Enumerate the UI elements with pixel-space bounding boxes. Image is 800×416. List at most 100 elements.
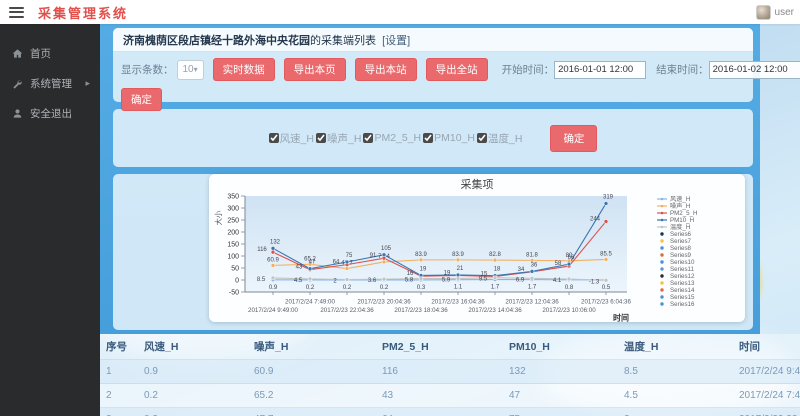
svg-text:Series16: Series16: [670, 301, 695, 308]
svg-text:2017/2/23 18:04:36: 2017/2/23 18:04:36: [394, 307, 448, 314]
svg-text:64: 64: [333, 260, 340, 266]
content-area: 济南槐荫区段店镇经十路外海中央花园的采集端列表 [设置] 显示条数： 10 ▾ …: [100, 24, 760, 334]
filter-confirm-button[interactable]: 确定: [550, 125, 597, 152]
realtime-data-button[interactable]: 实时数据: [213, 58, 275, 81]
checkbox[interactable]: [477, 133, 487, 143]
svg-text:风速_H: 风速_H: [670, 195, 690, 203]
svg-text:0.2: 0.2: [306, 285, 315, 291]
svg-text:5.8: 5.8: [405, 278, 414, 284]
checkbox[interactable]: [269, 133, 279, 143]
table-cell: 1: [100, 366, 138, 377]
svg-text:5.9: 5.9: [442, 278, 451, 284]
series-checkbox-PM2_5_H: PM2_5_H: [363, 132, 421, 144]
table-cell: 0.2: [138, 390, 248, 401]
table-cell: 132: [503, 366, 618, 377]
confirm-button[interactable]: 确定: [121, 88, 162, 111]
svg-text:50: 50: [231, 265, 239, 272]
svg-text:60.9: 60.9: [267, 257, 279, 263]
svg-text:8.5: 8.5: [257, 277, 266, 283]
svg-text:81.8: 81.8: [526, 252, 538, 258]
checkbox-label: PM2_5_H: [374, 132, 421, 144]
user-menu[interactable]: user: [756, 5, 798, 20]
svg-text:85.5: 85.5: [600, 251, 612, 257]
svg-text:噪声_H: 噪声_H: [670, 202, 690, 210]
svg-text:350: 350: [227, 193, 239, 200]
station-list-title: 济南槐荫区段店镇经十路外海中央花园的采集端列表 [设置]: [113, 28, 753, 52]
svg-text:0.2: 0.2: [380, 285, 389, 291]
chevron-right-icon: ▸: [85, 78, 90, 89]
table-cell: 65.2: [248, 390, 376, 401]
svg-text:Series14: Series14: [670, 287, 695, 294]
table-cell: 8.5: [618, 366, 733, 377]
svg-text:Series10: Series10: [670, 259, 695, 266]
svg-text:19: 19: [420, 266, 427, 272]
svg-text:100: 100: [227, 253, 239, 260]
end-time-label: 结束时间：: [656, 62, 709, 77]
svg-text:19: 19: [444, 270, 451, 276]
start-time-input[interactable]: [554, 61, 646, 79]
collection-chart: 采集项大小350300250200150100500-502017/2/24 9…: [209, 174, 745, 322]
svg-text:2017/2/23 16:04:36: 2017/2/23 16:04:36: [431, 299, 485, 306]
end-time-input[interactable]: [709, 61, 800, 79]
svg-text:0.9: 0.9: [269, 285, 278, 291]
hamburger-menu-icon[interactable]: [9, 7, 24, 18]
svg-text:-50: -50: [229, 289, 239, 296]
wrench-icon: [12, 78, 23, 89]
svg-text:-1.3: -1.3: [589, 279, 600, 285]
top-bar: 采集管理系统 user: [0, 0, 800, 24]
svg-text:82.8: 82.8: [489, 252, 501, 258]
checkbox-label: 风速_H: [280, 131, 314, 146]
checkbox-label: 温度_H: [488, 131, 522, 146]
home-icon: [12, 48, 23, 59]
checkbox[interactable]: [423, 133, 433, 143]
export-site-button[interactable]: 导出本站: [355, 58, 417, 81]
app-title: 采集管理系统: [38, 3, 128, 22]
svg-text:1.1: 1.1: [454, 285, 463, 291]
table-cell: 116: [376, 366, 503, 377]
svg-text:244: 244: [590, 216, 601, 222]
export-page-button[interactable]: 导出本页: [284, 58, 346, 81]
svg-text:2017/2/23 10:06:00: 2017/2/23 10:06:00: [542, 307, 596, 314]
checkbox[interactable]: [363, 133, 373, 143]
table-cell: 4.5: [618, 390, 733, 401]
checkbox-label: PM10_H: [434, 132, 475, 144]
svg-text:66: 66: [568, 255, 575, 261]
display-count-select[interactable]: 10 ▾: [177, 60, 204, 80]
sidebar-item-home[interactable]: 首页: [0, 38, 100, 68]
sidebar-item-label: 系统管理: [30, 76, 72, 91]
svg-text:0.5: 0.5: [602, 285, 611, 291]
svg-text:58: 58: [555, 261, 562, 267]
sidebar-item-label: 首页: [30, 46, 51, 61]
svg-text:0.8: 0.8: [565, 285, 574, 291]
svg-text:36: 36: [531, 262, 538, 268]
user-avatar[interactable]: [756, 5, 771, 20]
export-all-button[interactable]: 导出全站: [426, 58, 488, 81]
table-row: 30.247.7647522017/2/23 22:04:36: [100, 408, 800, 416]
sidebar-item-label: 安全退出: [30, 106, 72, 121]
controls-panel: 济南槐荫区段店镇经十路外海中央花园的采集端列表 [设置] 显示条数： 10 ▾ …: [113, 28, 753, 102]
svg-text:2017/2/23 20:04:36: 2017/2/23 20:04:36: [357, 299, 411, 306]
column-header: PM2_5_H: [376, 341, 503, 353]
settings-link[interactable]: [设置]: [382, 35, 410, 47]
sidebar-item-system-management[interactable]: 系统管理 ▸: [0, 68, 100, 98]
start-time-label: 开始时间：: [502, 62, 555, 77]
series-filter-panel: 风速_H 噪声_H PM2_5_H PM10_H 温度_H 确定: [113, 109, 753, 167]
station-name: 济南槐荫区段店镇经十路外海中央花园: [123, 35, 310, 47]
svg-text:Series9: Series9: [670, 252, 692, 259]
svg-text:2017/2/23 14:04:36: 2017/2/23 14:04:36: [468, 307, 522, 314]
column-header: PM10_H: [503, 341, 618, 353]
sidebar-item-logout[interactable]: 安全退出: [0, 98, 100, 128]
series-checkbox-group: 风速_H 噪声_H PM2_5_H PM10_H 温度_H: [269, 131, 525, 146]
svg-text:0.2: 0.2: [343, 285, 352, 291]
svg-text:150: 150: [227, 241, 239, 248]
svg-text:34: 34: [518, 267, 525, 273]
svg-text:0: 0: [235, 277, 239, 284]
svg-text:83.9: 83.9: [415, 252, 427, 258]
table-cell: 2017/2/24 9:49:00: [733, 366, 800, 377]
svg-text:2017/2/23 6:04:36: 2017/2/23 6:04:36: [581, 299, 631, 306]
chevron-down-icon: ▾: [194, 65, 198, 74]
checkbox[interactable]: [316, 133, 326, 143]
svg-text:PM10_H: PM10_H: [670, 217, 694, 224]
svg-text:75: 75: [346, 253, 353, 259]
svg-text:2017/2/24 9:49:00: 2017/2/24 9:49:00: [248, 307, 298, 314]
